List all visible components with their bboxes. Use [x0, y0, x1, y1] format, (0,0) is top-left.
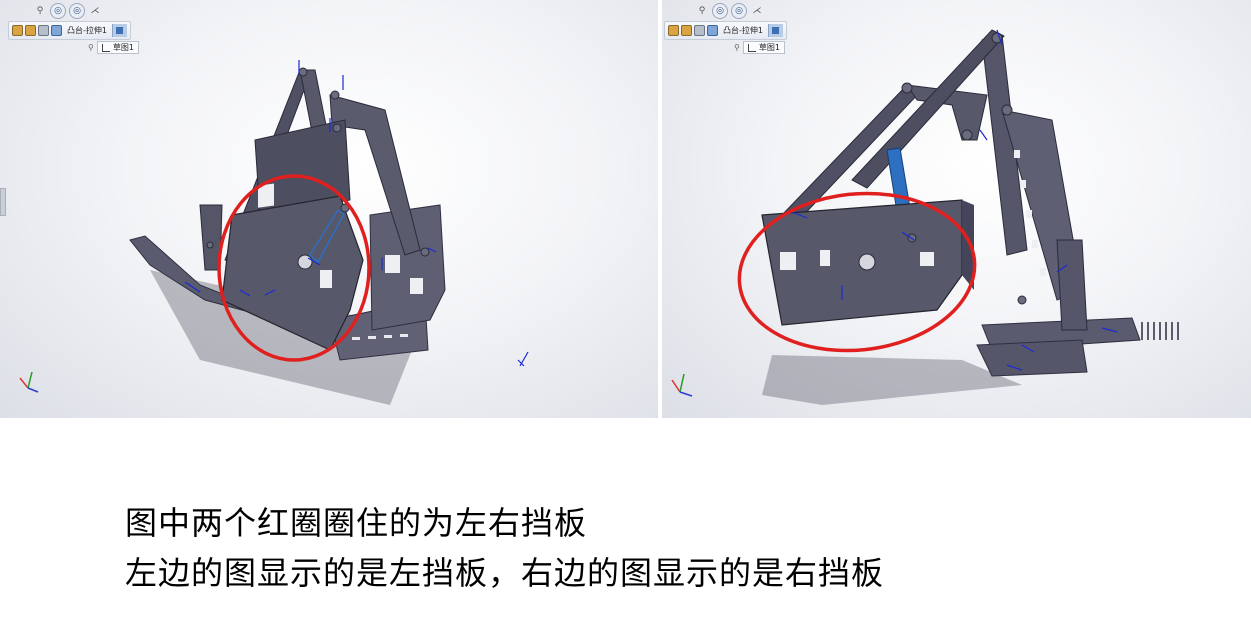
baffle-window [820, 250, 830, 266]
caption-line-2: 左边的图显示的是左挡板，右边的图显示的是右挡板 [125, 554, 885, 592]
left-model-render [19, 60, 529, 405]
axis-triad-icon [19, 371, 39, 393]
right-model-render [671, 29, 1179, 405]
caption-line-1: 图中两个红圈圈住的为左右挡板 [125, 504, 588, 542]
front-claw-plate [976, 339, 1088, 377]
gear-teeth [1141, 322, 1179, 340]
servo-hole [858, 253, 876, 271]
model-shadow [762, 355, 1022, 405]
leg-bracket [1056, 239, 1088, 331]
servo-hole [297, 254, 313, 270]
baffle-window [320, 270, 332, 288]
left-graphics-viewport[interactable]: ⚲ ◎ ◎ ⋌ 凸台-拉伸1 ⚲ 草图1 [0, 0, 658, 418]
axis-triad-icon [671, 373, 693, 397]
baffle-window [780, 252, 796, 270]
panel-window [410, 278, 423, 294]
panel-window [385, 255, 400, 273]
baffle-window [920, 252, 934, 266]
right-graphics-viewport[interactable]: ⚲ ◎ ◎ ⋌ 凸台-拉伸1 ⚲ 草图1 [662, 0, 1251, 418]
